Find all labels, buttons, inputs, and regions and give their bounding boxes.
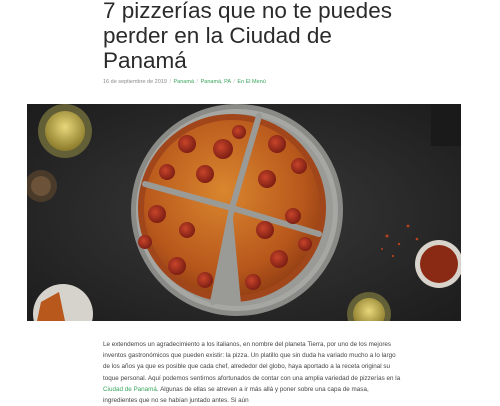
publish-date: 16 de septiembre de 2019 <box>103 79 167 85</box>
meta-separator: / <box>233 79 235 85</box>
article-body: Le extendemos un agradecimiento a los it… <box>103 339 403 406</box>
inline-link-ciudad-de-panama[interactable]: Ciudad de Panamá <box>103 386 157 393</box>
article-title: 7 pizzerías que no te puedes perder en l… <box>103 0 392 73</box>
body-text-part-1: Le extendemos un agradecimiento a los it… <box>103 341 401 382</box>
article-meta: 16 de septiembre de 2019 / Panamá / Pana… <box>103 79 463 85</box>
meta-separator: / <box>196 79 199 85</box>
pizza-photo <box>27 104 461 321</box>
hero-image <box>27 104 461 321</box>
category-link-en-el-menu[interactable]: En El Menú <box>237 79 265 85</box>
category-link-panama-pa[interactable]: Panamá, PA <box>201 79 231 85</box>
meta-separator: / <box>169 79 171 85</box>
category-link-panama[interactable]: Panamá <box>174 79 195 85</box>
